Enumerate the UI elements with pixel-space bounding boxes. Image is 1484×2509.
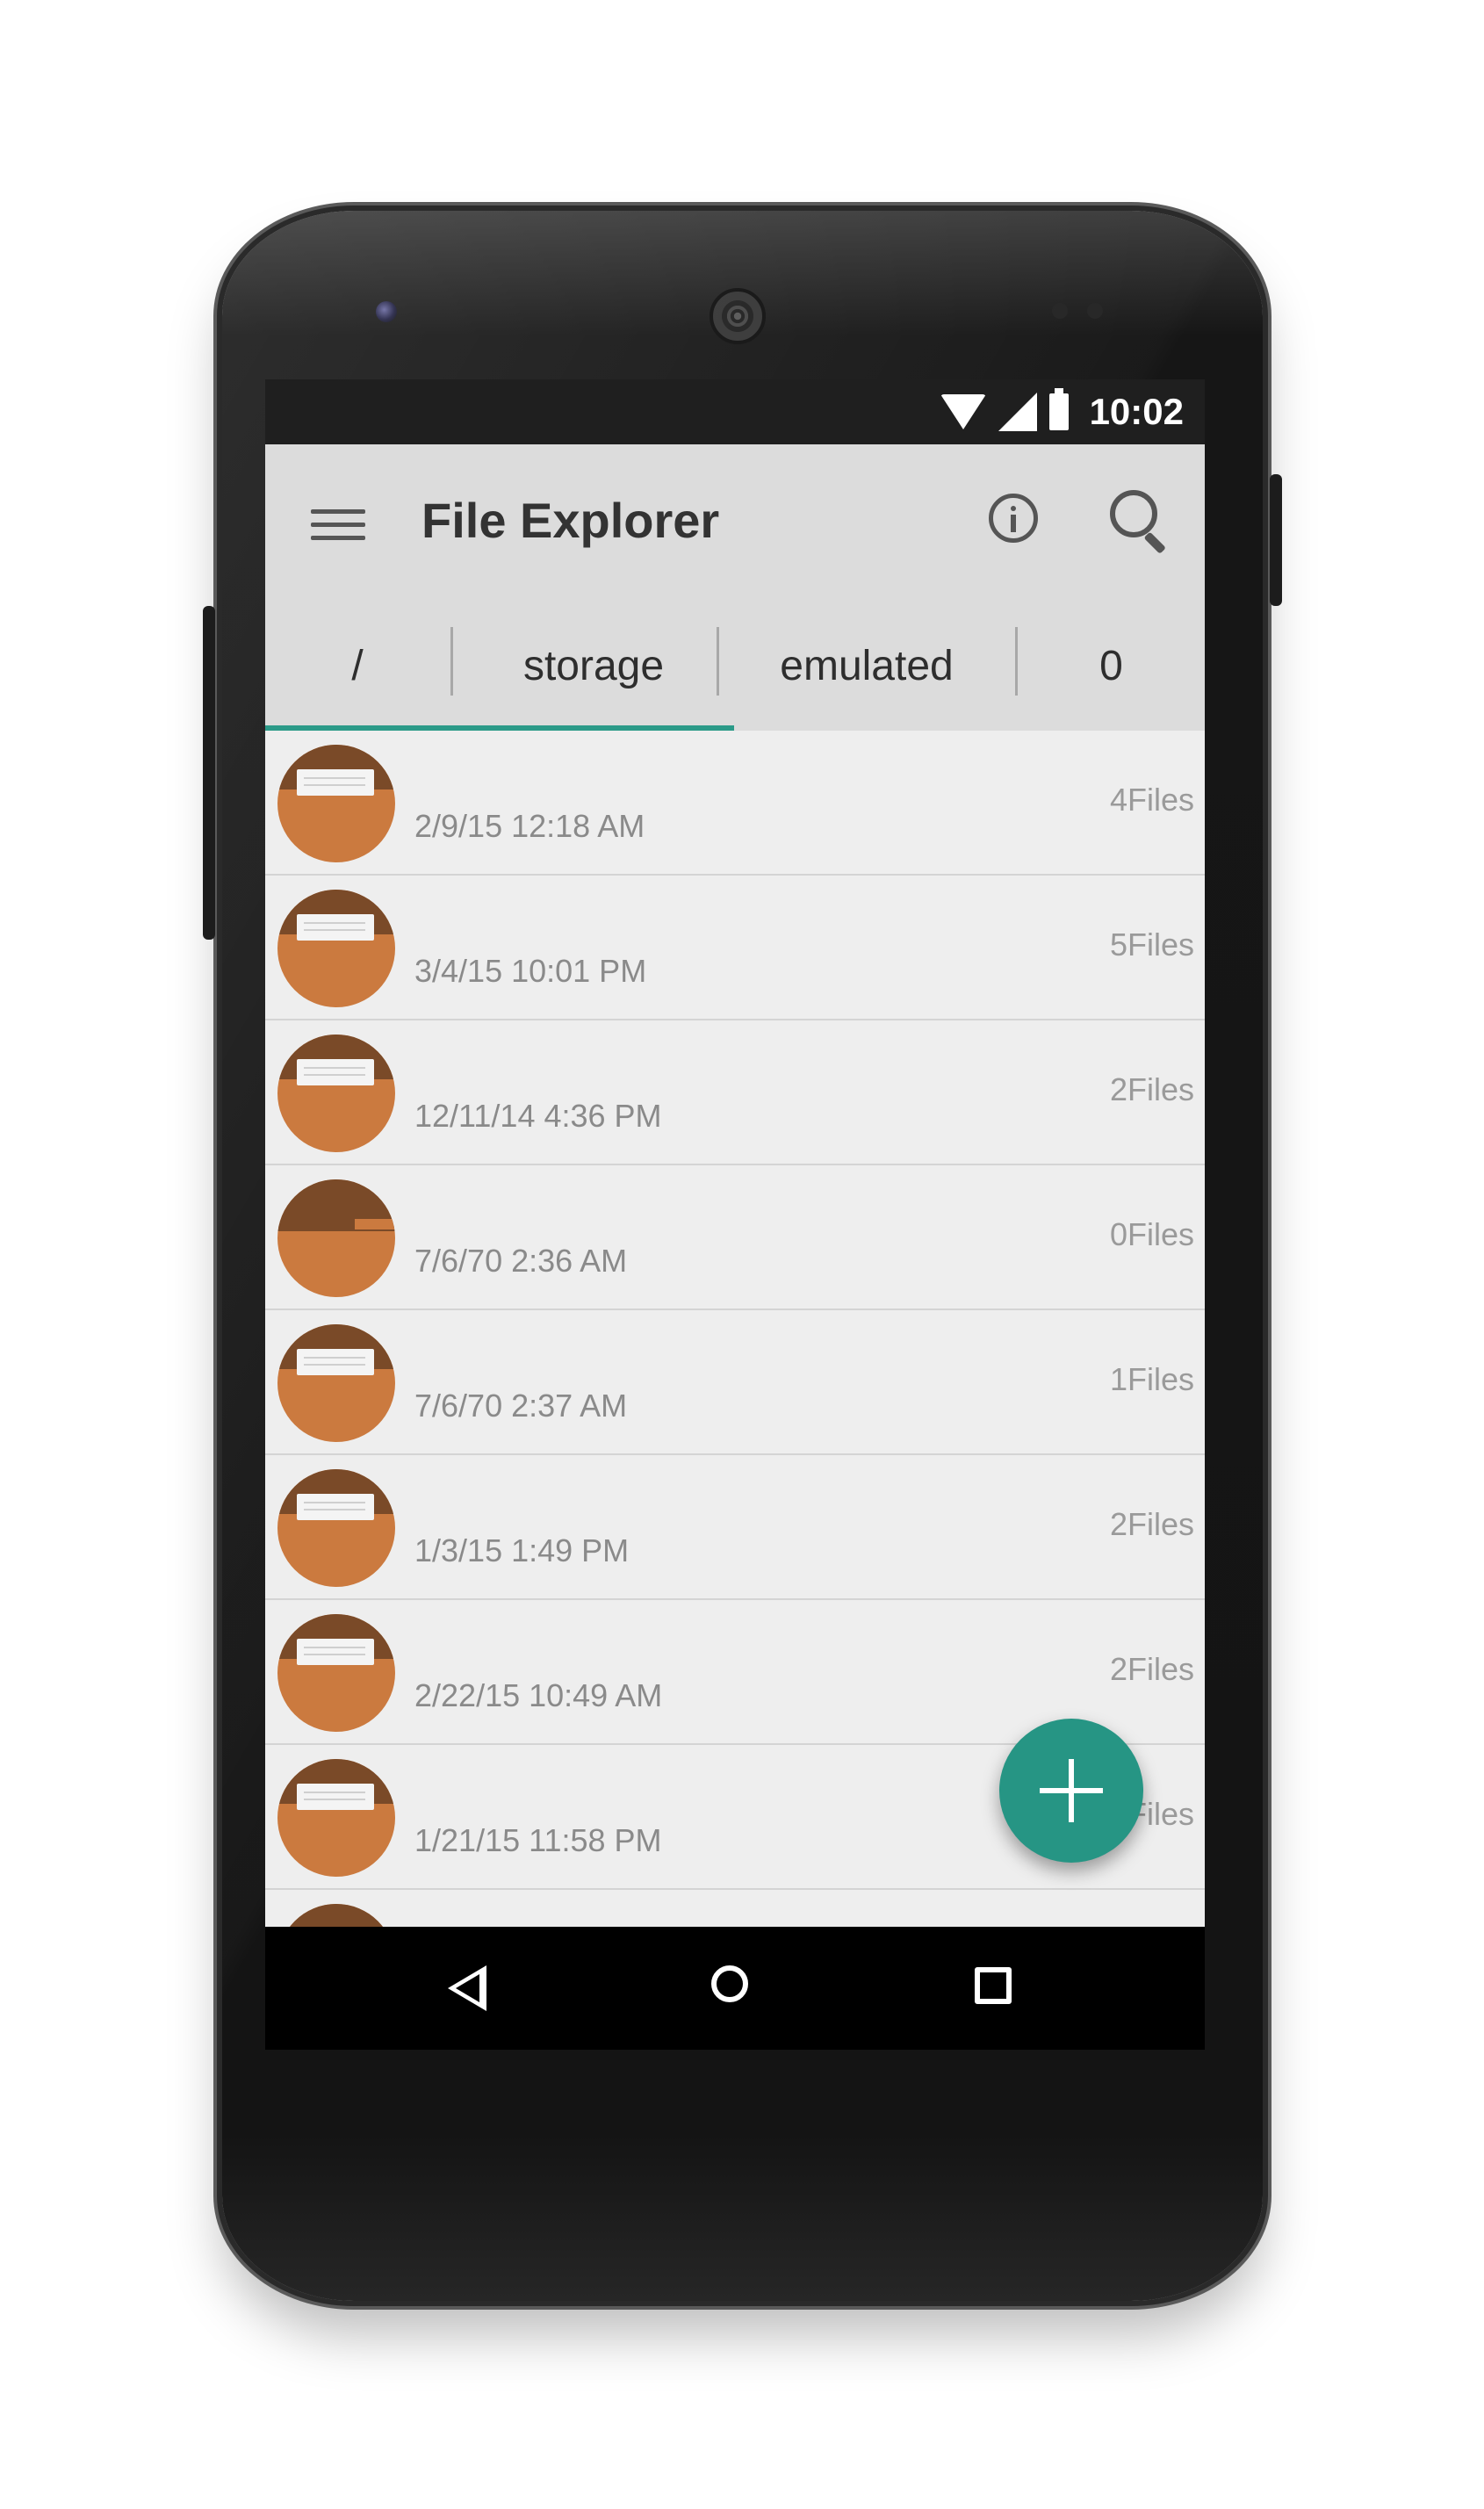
item-file-count: 2Files — [1109, 1071, 1194, 1107]
volume-button — [203, 606, 215, 940]
item-file-count: 4Files — [1109, 782, 1194, 818]
item-file-count: 0Files — [1109, 1216, 1194, 1252]
item-date: 3/4/15 10:01 PM — [414, 953, 647, 989]
search-icon[interactable] — [1110, 490, 1173, 554]
light-sensor — [1087, 303, 1103, 319]
folder-icon — [277, 890, 395, 1007]
folder-icon — [277, 1324, 395, 1442]
item-file-count: 2Files — [1109, 1651, 1194, 1687]
status-bar: 10:02 — [265, 379, 1205, 444]
breadcrumb-storage[interactable]: storage — [453, 601, 734, 731]
status-icons: 10:02 — [940, 379, 1184, 444]
back-icon[interactable] — [448, 1965, 486, 2011]
list-item[interactable]: 12/11/14 4:36 PM 2Files — [265, 1020, 1205, 1165]
power-button — [1270, 474, 1282, 606]
item-date: 2/22/15 10:49 AM — [414, 1677, 663, 1713]
list-item[interactable]: 2/9/15 12:18 AM 4Files — [265, 731, 1205, 876]
add-fab-button[interactable] — [999, 1719, 1143, 1863]
front-camera — [376, 301, 397, 322]
folder-icon — [277, 1035, 395, 1152]
wifi-icon — [940, 394, 986, 429]
item-file-count: 5Files — [1109, 926, 1194, 963]
home-icon[interactable] — [711, 1965, 748, 2002]
folder-icon — [277, 1469, 395, 1587]
proximity-sensor — [1052, 303, 1068, 319]
cell-signal-icon — [998, 393, 1037, 431]
breadcrumb-root[interactable]: / — [265, 601, 450, 731]
earpiece-speaker — [710, 288, 766, 344]
item-date: 7/6/70 2:37 AM — [414, 1388, 628, 1424]
status-time: 10:02 — [1089, 391, 1184, 432]
breadcrumb-tabs: / storage emulated 0 — [265, 601, 1205, 731]
breadcrumb-emulated[interactable]: emulated — [719, 601, 1014, 731]
item-date: 1/3/15 1:49 PM — [414, 1532, 630, 1568]
empty-folder-icon — [277, 1179, 395, 1297]
list-item[interactable]: 7/6/70 2:37 AM 1Files — [265, 1310, 1205, 1455]
item-date: 7/6/70 2:36 AM — [414, 1243, 628, 1279]
list-item[interactable]: 7/6/70 2:36 AM 0Files — [265, 1165, 1205, 1310]
list-item[interactable]: 3/4/15 10:01 PM 5Files — [265, 876, 1205, 1020]
app-bar: File Explorer — [265, 444, 1205, 601]
breadcrumb-0[interactable]: 0 — [1018, 601, 1205, 731]
item-date: 2/9/15 12:18 AM — [414, 808, 645, 844]
item-date: 1/21/15 11:58 PM — [414, 1822, 662, 1858]
item-date: 12/11/14 4:36 PM — [414, 1098, 662, 1134]
app-title: File Explorer — [421, 493, 720, 548]
folder-icon — [277, 1759, 395, 1877]
info-icon[interactable] — [989, 494, 1038, 543]
item-file-count: 1Files — [1109, 1361, 1194, 1397]
item-file-count: 2Files — [1109, 1506, 1194, 1542]
recents-icon[interactable] — [975, 1967, 1012, 2004]
folder-icon — [277, 1614, 395, 1732]
list-item[interactable]: 1/3/15 1:49 PM 2Files — [265, 1455, 1205, 1600]
battery-icon — [1048, 388, 1069, 430]
screen: 10:02 File Explorer / storage emulated 0… — [265, 379, 1205, 2050]
folder-icon — [277, 745, 395, 862]
hamburger-menu-icon[interactable] — [311, 509, 365, 541]
navigation-bar — [265, 1927, 1205, 2050]
